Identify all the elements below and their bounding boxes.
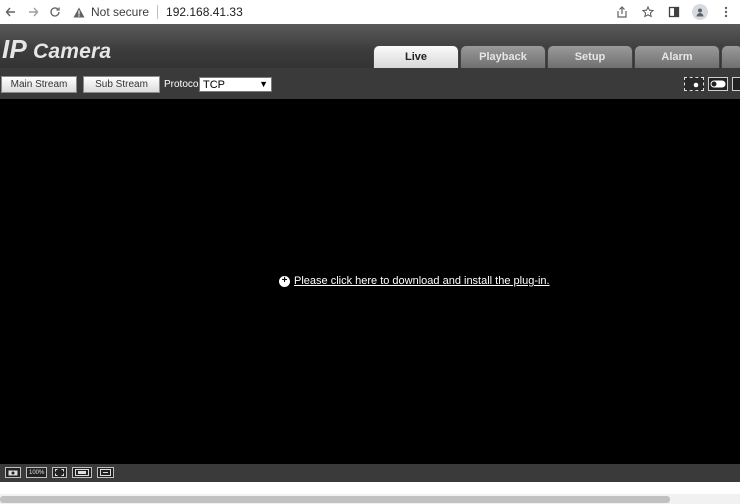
zoom-region-icon[interactable] xyxy=(684,77,704,91)
brand-camera: Camera xyxy=(26,40,112,63)
live-toolbar: Main Stream Sub Stream Protocol TCP ▼ xyxy=(0,68,740,99)
menu-icon[interactable] xyxy=(716,1,736,23)
video-viewport[interactable]: + Please click here to download and inst… xyxy=(0,99,740,464)
protocol-value: TCP xyxy=(203,78,225,91)
stretch-icon[interactable] xyxy=(97,467,115,478)
tab-setup[interactable]: Setup xyxy=(547,45,633,68)
sub-stream-button[interactable]: Sub Stream xyxy=(83,76,160,93)
zoom-100-icon[interactable]: 100% xyxy=(26,467,48,478)
tab-live[interactable]: Live xyxy=(373,45,459,68)
tab-alarm[interactable]: Alarm xyxy=(634,45,720,68)
reload-icon[interactable] xyxy=(44,1,66,23)
address-bar[interactable]: Not secure 192.168.41.33 xyxy=(72,2,243,22)
snapshot-icon[interactable] xyxy=(732,77,740,91)
tab-playback[interactable]: Playback xyxy=(460,45,546,68)
profile-icon[interactable] xyxy=(690,1,710,23)
back-icon[interactable] xyxy=(0,1,22,23)
main-stream-button[interactable]: Main Stream xyxy=(1,76,77,93)
sidebar-icon[interactable] xyxy=(664,1,684,23)
horizontal-scrollbar-thumb[interactable] xyxy=(0,496,670,503)
share-icon[interactable] xyxy=(612,1,632,23)
video-controls-bar: 100% xyxy=(0,464,740,482)
warning-icon xyxy=(72,5,86,19)
toggle-icon[interactable] xyxy=(708,77,728,91)
forward-icon[interactable] xyxy=(22,1,44,23)
chevron-down-icon: ▼ xyxy=(259,79,268,89)
plugin-download-link[interactable]: + Please click here to download and inst… xyxy=(279,275,550,287)
star-icon[interactable] xyxy=(638,1,658,23)
fullscreen-icon[interactable] xyxy=(52,467,68,478)
camera-icon[interactable] xyxy=(5,467,21,478)
url-separator xyxy=(157,5,159,19)
url-text: 192.168.41.33 xyxy=(166,5,243,19)
plus-circle-icon: + xyxy=(279,275,290,287)
app-header: IP Camera Live Playback Setup Alarm xyxy=(0,24,740,68)
brand-logo: IP Camera xyxy=(2,34,111,65)
tab-more[interactable] xyxy=(721,45,740,68)
security-status: Not secure xyxy=(91,5,150,19)
browser-toolbar: Not secure 192.168.41.33 xyxy=(0,0,740,24)
aspect-ratio-icon[interactable] xyxy=(72,467,93,478)
brand-ip: IP xyxy=(2,34,27,64)
protocol-select[interactable]: TCP ▼ xyxy=(199,77,272,92)
plugin-download-text: Please click here to download and instal… xyxy=(294,275,550,287)
protocol-label: Protocol xyxy=(164,79,201,90)
main-tabs: Live Playback Setup Alarm xyxy=(373,45,740,68)
